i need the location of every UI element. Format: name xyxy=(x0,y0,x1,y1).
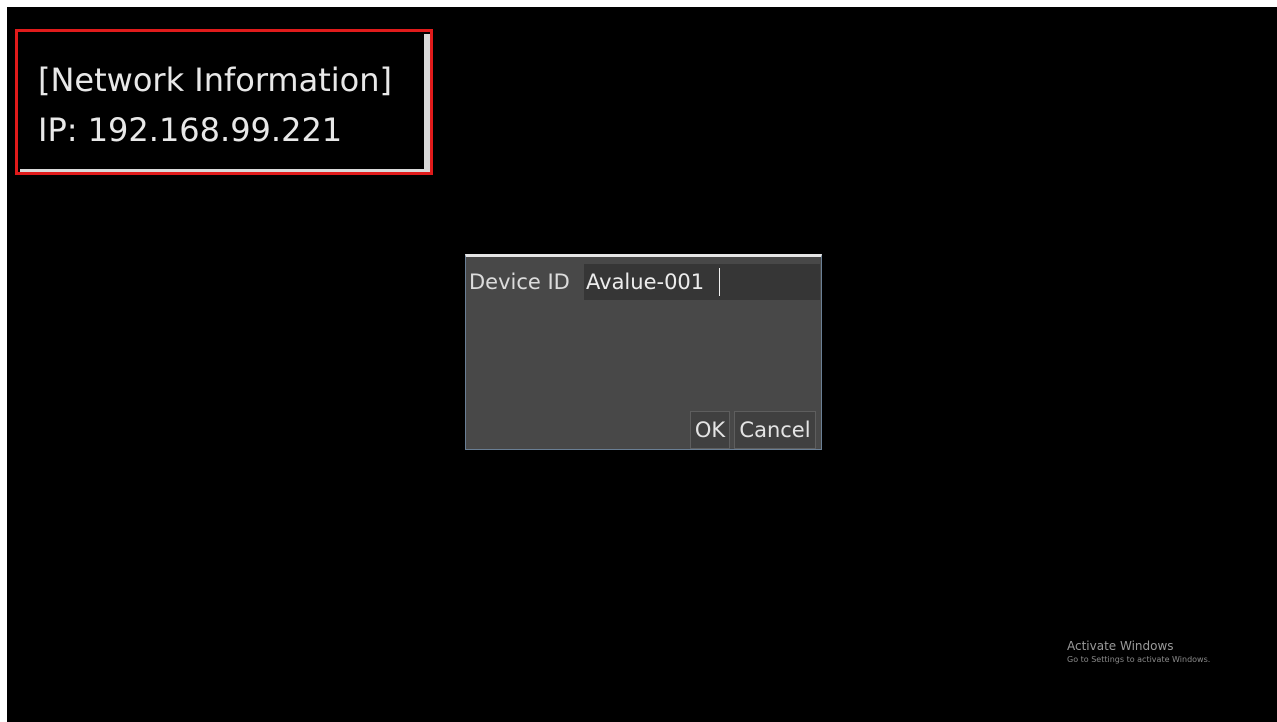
screen: [Network Information] IP: 192.168.99.221… xyxy=(7,7,1277,722)
device-id-dialog: Device ID OK Cancel xyxy=(465,254,822,450)
activate-windows-watermark: Activate Windows Go to Settings to activ… xyxy=(1067,639,1210,666)
cancel-button[interactable]: Cancel xyxy=(734,411,816,449)
ok-button[interactable]: OK xyxy=(690,411,730,449)
device-id-label: Device ID xyxy=(469,270,570,294)
network-info-panel: [Network Information] IP: 192.168.99.221 xyxy=(15,29,433,175)
device-id-input[interactable] xyxy=(584,264,820,300)
network-info-panel-shadow xyxy=(20,34,430,172)
text-caret xyxy=(719,268,720,296)
activate-windows-title: Activate Windows xyxy=(1067,639,1174,653)
network-info-ip: IP: 192.168.99.221 xyxy=(38,111,343,149)
network-info-title: [Network Information] xyxy=(38,61,392,99)
activate-windows-subtitle: Go to Settings to activate Windows. xyxy=(1067,655,1211,664)
